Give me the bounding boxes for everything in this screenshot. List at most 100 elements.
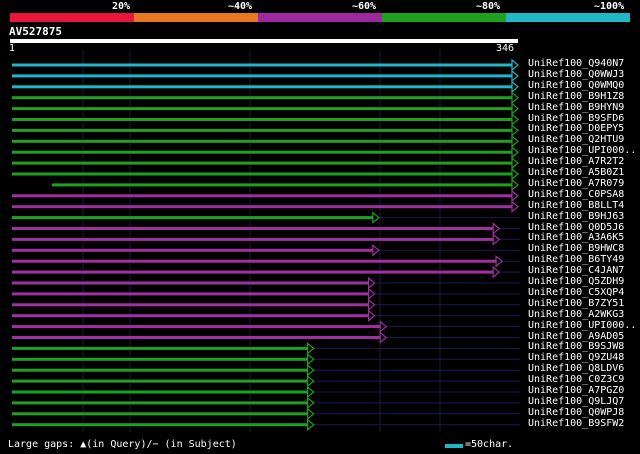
hit-end-arrow [511, 135, 519, 148]
hit-label[interactable]: UniRef100_A9AD05 [528, 331, 636, 342]
hit-label[interactable]: UniRef100_A3A6K5 [528, 232, 636, 243]
hit-end-arrow [379, 331, 388, 344]
hit-bar [12, 401, 308, 405]
hit-bar [12, 259, 497, 263]
hit-label[interactable]: UniRef100_B9SJW8 [528, 341, 636, 352]
hit-label[interactable]: UniRef100_B9SFW2 [528, 418, 636, 429]
hit-bar [12, 118, 512, 121]
hit-label[interactable]: UniRef100_B9HWC8 [528, 243, 636, 254]
hit-bar [52, 183, 512, 187]
hit-bar [12, 368, 308, 372]
hit-bar [12, 412, 308, 416]
hit-bar [12, 248, 373, 252]
hit-end-arrow [307, 374, 315, 388]
hit-end-arrow [372, 244, 380, 257]
hit-label[interactable]: UniRef100_Q0WPJ8 [528, 407, 636, 418]
hit-end-arrow [511, 102, 519, 115]
hit-end-arrow [511, 69, 519, 83]
hit-bar [12, 172, 512, 176]
hit-label[interactable]: UniRef100_A7PGZ0 [528, 385, 636, 396]
hit-end-arrow [307, 353, 315, 366]
large-gaps-legend: Large gaps: ▲(in Query)/− (in Subject) [8, 439, 237, 450]
hit-end-arrow [492, 233, 501, 246]
hit-bar [12, 303, 369, 307]
hit-end-arrow [511, 200, 519, 213]
hit-label[interactable]: UniRef100_Q0WMQ0 [528, 80, 636, 91]
hit-label[interactable]: UniRef100_Q940N7 [528, 58, 636, 69]
hit-bar [12, 205, 512, 209]
hit-end-arrow [367, 276, 376, 290]
hit-label[interactable]: UniRef100_B9H1Z8 [528, 91, 636, 102]
hit-end-arrow [307, 418, 315, 431]
hit-bar [12, 357, 308, 361]
hit-label[interactable]: UniRef100_A2WKG3 [528, 309, 636, 320]
hit-bar [12, 194, 512, 198]
hit-end-arrow [511, 91, 519, 104]
hit-label[interactable]: UniRef100_B8LLT4 [528, 200, 636, 211]
hit-label[interactable]: UniRef100_B9HYN9 [528, 102, 636, 113]
hit-end-arrow [492, 265, 501, 279]
hit-end-arrow [367, 309, 376, 322]
hit-end-arrow [511, 167, 519, 181]
hit-bar [12, 150, 512, 154]
hit-end-arrow [307, 385, 315, 399]
hit-bar [12, 107, 512, 111]
hit-label[interactable]: UniRef100_B6TY49 [528, 254, 636, 265]
hit-end-arrow [379, 320, 388, 333]
hit-label[interactable]: UniRef100_C5XQP4 [528, 287, 636, 298]
hit-end-arrow [495, 254, 503, 268]
hit-label[interactable]: UniRef100_UPI000.. [528, 320, 636, 331]
hit-end-arrow [367, 298, 376, 312]
hit-end-arrow [511, 189, 519, 203]
hit-label[interactable]: UniRef100_B9SFD6 [528, 113, 636, 124]
hit-bar [12, 325, 381, 329]
hit-bar [12, 227, 494, 230]
hit-label[interactable]: UniRef100_Q9LJQ7 [528, 396, 636, 407]
hit-bar [12, 390, 308, 394]
hit-label[interactable]: UniRef100_A5B0Z1 [528, 167, 636, 178]
hit-bar [12, 63, 512, 67]
hit-end-arrow [511, 145, 519, 159]
hit-label[interactable]: UniRef100_C0PSA8 [528, 189, 636, 200]
hit-label[interactable]: UniRef100_D0EPY5 [528, 123, 636, 134]
hit-bar [12, 379, 308, 383]
hit-label[interactable]: UniRef100_Q0WWJ3 [528, 69, 636, 80]
hit-label[interactable]: UniRef100_A7R079 [528, 178, 636, 189]
hit-label[interactable]: UniRef100_Q2HTU9 [528, 134, 636, 145]
hit-end-arrow [307, 396, 315, 410]
hit-end-arrow [511, 156, 519, 170]
hit-end-arrow [307, 342, 315, 355]
hit-bar [12, 423, 308, 427]
hit-end-arrow [367, 287, 376, 301]
hit-end-arrow [511, 178, 519, 192]
hit-label[interactable]: UniRef100_B9HJ63 [528, 211, 636, 222]
hit-bar [12, 96, 512, 100]
hit-end-arrow [307, 363, 315, 377]
hit-bar [12, 336, 381, 339]
hit-end-arrow [511, 80, 519, 94]
hit-bar [12, 292, 369, 296]
hit-end-arrow [511, 124, 519, 137]
hit-label[interactable]: UniRef100_Q9ZU48 [528, 352, 636, 363]
hit-label[interactable]: UniRef100_A7R2T2 [528, 156, 636, 167]
hit-bar [12, 270, 494, 274]
hit-bar [12, 161, 512, 165]
hit-bar [12, 128, 512, 132]
hit-label[interactable]: UniRef100_Q0D5J6 [528, 222, 636, 233]
hit-end-arrow [372, 211, 380, 224]
hit-label[interactable]: UniRef100_C0Z3C9 [528, 374, 636, 385]
scale-bar [445, 444, 463, 448]
hit-end-arrow [511, 113, 519, 126]
hit-bar [12, 237, 494, 241]
hit-end-arrow [511, 58, 519, 72]
hit-bar [12, 281, 369, 285]
hit-bar [12, 216, 373, 220]
hit-label[interactable]: UniRef100_UPI000.. [528, 145, 636, 156]
hit-label[interactable]: UniRef100_B7ZY51 [528, 298, 636, 309]
hit-bar [12, 139, 512, 143]
hit-label[interactable]: UniRef100_Q8LDV6 [528, 363, 636, 374]
hit-end-arrow [492, 222, 501, 235]
hit-bar [12, 85, 512, 89]
hit-label[interactable]: UniRef100_Q5ZDH9 [528, 276, 636, 287]
hit-label[interactable]: UniRef100_C4JAN7 [528, 265, 636, 276]
